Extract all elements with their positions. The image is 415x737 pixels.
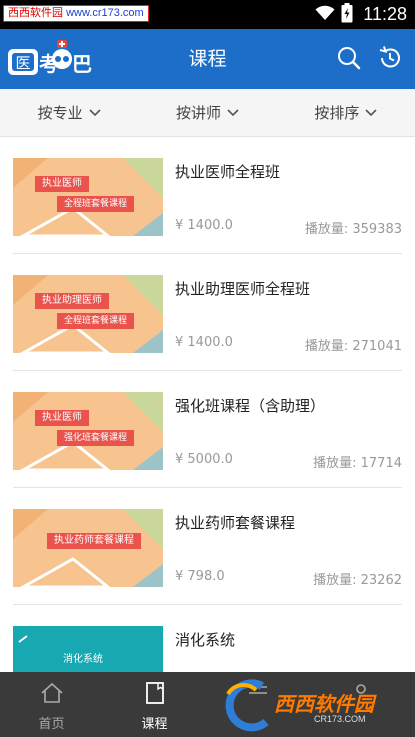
chevron-down-icon <box>365 108 377 116</box>
home-icon <box>40 682 63 703</box>
course-item[interactable]: 执业医师 强化班套餐课程 强化班课程（含助理） ¥ 5000.0 播放量: 17… <box>13 371 402 488</box>
course-thumbnail: 执业医师 强化班套餐课程 <box>13 392 163 470</box>
course-thumbnail: 执业医师 全程班套餐课程 <box>13 158 163 236</box>
wifi-icon <box>315 5 335 25</box>
course-name: 执业医师全程班 <box>175 163 281 181</box>
course-plays: 播放量: 271041 <box>304 339 402 354</box>
thumb-ribbon: 执业药师套餐课程 <box>47 533 141 549</box>
course-thumbnail: 执业药师套餐课程 <box>13 509 163 587</box>
thumb-ribbon: 全程班套餐课程 <box>57 196 135 212</box>
course-name: 执业助理医师全程班 <box>175 280 311 298</box>
chevron-down-icon <box>227 108 239 116</box>
filter-bar: 按专业 按讲师 按排序 <box>0 89 415 137</box>
battery-icon <box>341 2 353 27</box>
nav-home[interactable]: 首页 <box>0 672 103 737</box>
nav-course[interactable]: 课程 <box>103 672 206 737</box>
filter-label: 按专业 <box>37 104 83 122</box>
site-watermark: 西西软件园 CR173.COM <box>214 678 414 734</box>
search-button[interactable] <box>334 43 364 73</box>
watermark-site: 西西软件园 <box>8 7 63 19</box>
thumb-ribbon: 全程班套餐课程 <box>57 313 135 329</box>
filter-major[interactable]: 按专业 <box>0 89 138 136</box>
course-thumbnail: 执业助理医师 全程班套餐课程 <box>13 275 163 353</box>
course-icon <box>145 682 164 704</box>
history-icon <box>379 46 400 68</box>
course-list: 执业医师 全程班套餐课程 执业医师全程班 ¥ 1400.0 播放量: 35938… <box>0 137 415 672</box>
course-plays: 播放量: 23262 <box>313 573 402 588</box>
course-item[interactable]: 消化系统 消化系统 <box>13 605 402 672</box>
course-price: ¥ 798.0 <box>175 569 225 584</box>
filter-label: 按排序 <box>314 104 360 122</box>
clock: 11:28 <box>363 4 407 24</box>
course-price: ¥ 1400.0 <box>175 218 233 233</box>
course-item[interactable]: 执业药师套餐课程 执业药师套餐课程 ¥ 798.0 播放量: 23262 <box>13 488 402 605</box>
thumb-ribbon: 执业医师 <box>35 410 89 426</box>
status-bar: 西西软件园 www.cr173.com 11:28 <box>0 0 415 29</box>
history-button[interactable] <box>375 43 405 73</box>
nav-label: 课程 <box>141 717 168 732</box>
watermark-url-text: CR173.COM <box>314 714 366 724</box>
course-thumbnail: 消化系统 <box>13 626 163 672</box>
course-plays: 播放量: 359383 <box>304 222 402 237</box>
thumb-label: 消化系统 <box>63 654 103 665</box>
filter-sort[interactable]: 按排序 <box>277 89 415 136</box>
watermark-text: 西西软件园 <box>274 694 374 716</box>
course-item[interactable]: 执业医师 全程班套餐课程 执业医师全程班 ¥ 1400.0 播放量: 35938… <box>13 137 402 254</box>
course-price: ¥ 1400.0 <box>175 335 233 350</box>
thumb-ribbon: 强化班套餐课程 <box>57 430 135 446</box>
search-icon <box>338 47 361 70</box>
course-item[interactable]: 执业助理医师 全程班套餐课程 执业助理医师全程班 ¥ 1400.0 播放量: 2… <box>13 254 402 371</box>
thumb-ribbon: 执业医师 <box>35 176 89 192</box>
nav-label: 首页 <box>38 717 65 732</box>
filter-lecturer[interactable]: 按讲师 <box>138 89 276 136</box>
course-price: ¥ 5000.0 <box>175 452 233 467</box>
course-name: 强化班课程（含助理） <box>175 397 326 415</box>
watermark-badge: 西西软件园 www.cr173.com <box>3 5 149 22</box>
thumb-ribbon: 执业助理医师 <box>35 293 109 309</box>
watermark-url: www.cr173.com <box>66 7 144 19</box>
course-name: 消化系统 <box>175 631 236 649</box>
filter-label: 按讲师 <box>175 104 221 122</box>
course-plays: 播放量: 17714 <box>313 456 402 471</box>
chevron-down-icon <box>89 108 101 116</box>
app-bar: 医 考 巴 课程 <box>0 29 415 89</box>
course-name: 执业药师套餐课程 <box>175 514 296 532</box>
